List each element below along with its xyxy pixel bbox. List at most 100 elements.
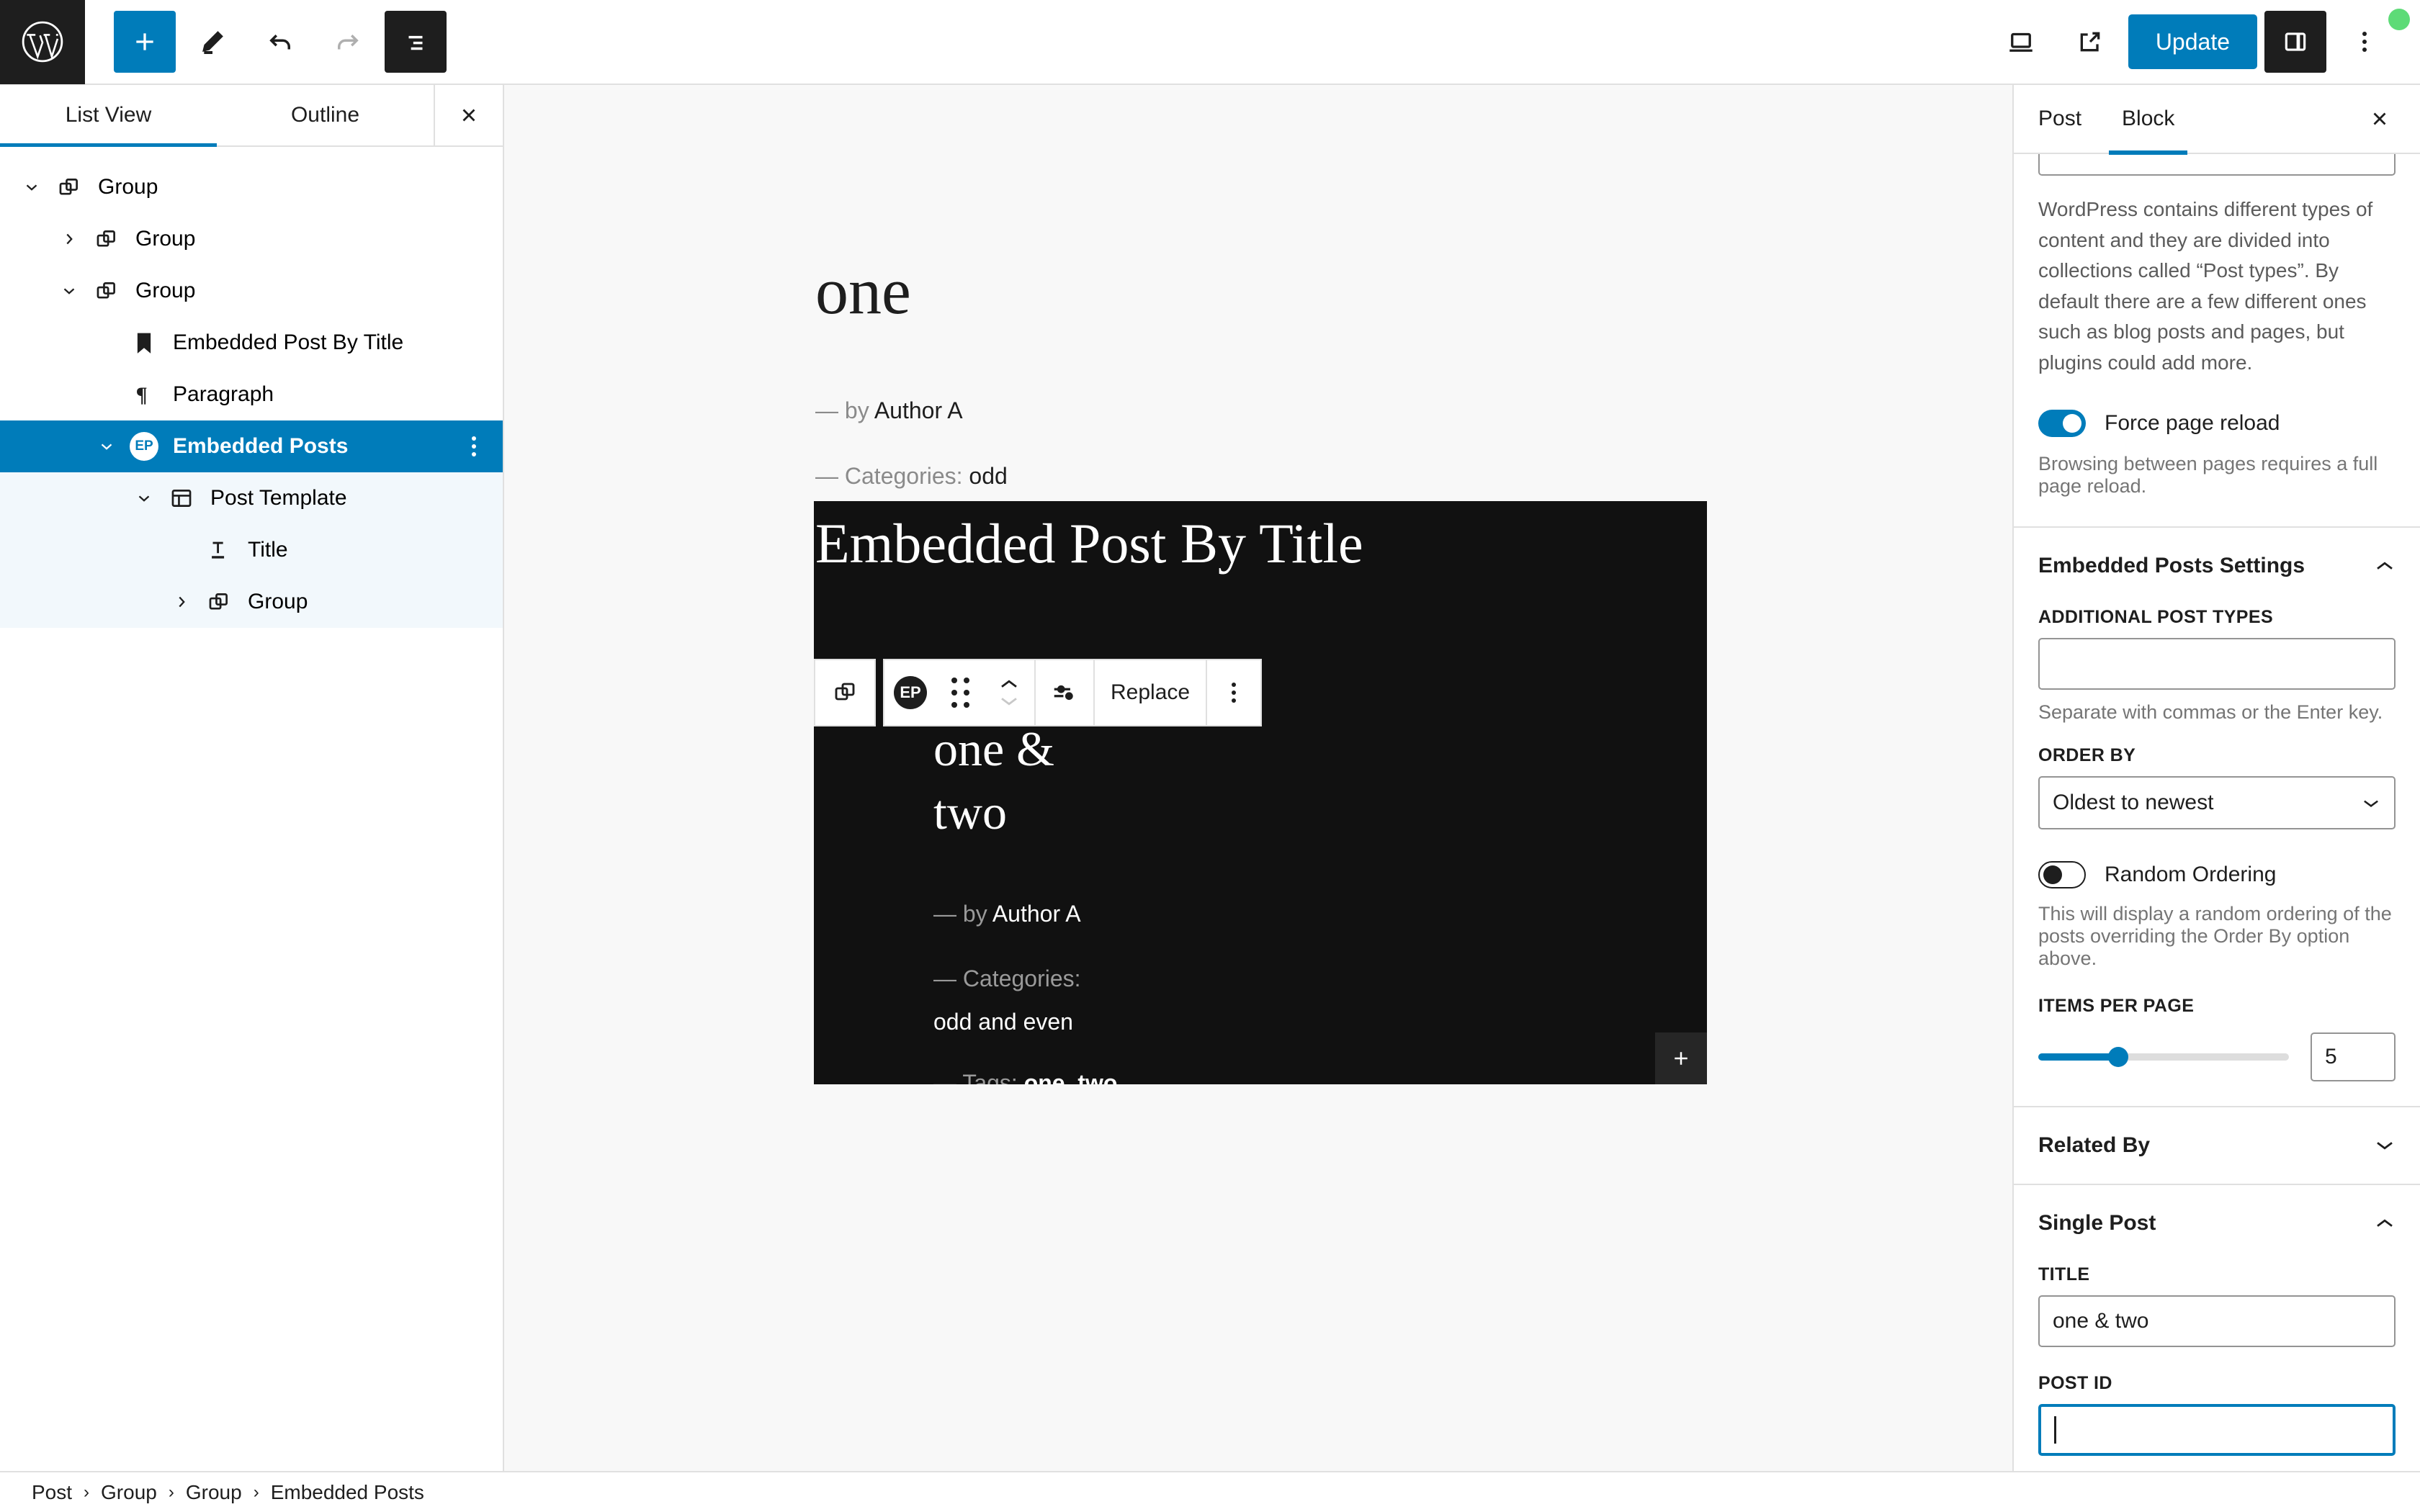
single-post-title: Single Post (2038, 1211, 2156, 1236)
chevron-down-icon[interactable] (2374, 1136, 2396, 1155)
tab-post[interactable]: Post (2014, 85, 2102, 153)
breadcrumb-item[interactable]: Group (186, 1481, 242, 1504)
block-tree-row[interactable]: Post Template (0, 472, 503, 524)
replace-button[interactable]: Replace (1095, 660, 1206, 725)
chevron-down-icon[interactable] (22, 178, 41, 197)
block-appender-plus-icon[interactable] (1655, 1032, 1707, 1084)
group-icon (50, 175, 88, 199)
slider-fill (2038, 1053, 2119, 1061)
top-bar-left-tools (85, 11, 447, 73)
block-tree-row[interactable]: Group (0, 161, 503, 213)
additional-post-types-label: ADDITIONAL POST TYPES (2038, 607, 2274, 628)
block-tree-row[interactable]: Group (0, 576, 503, 628)
related-by-header[interactable]: Related By (2014, 1107, 2420, 1184)
ep-badge-icon[interactable]: EP (884, 660, 936, 725)
block-tree-row[interactable]: EP Embedded Posts (0, 420, 503, 472)
block-tree-row[interactable]: Group (0, 265, 503, 317)
block-options-three-dots-icon[interactable] (1207, 660, 1260, 725)
breadcrumb-item[interactable]: Embedded Posts (271, 1481, 424, 1504)
items-per-page-input[interactable]: 5 (2311, 1032, 2396, 1082)
post-title[interactable]: one (815, 258, 911, 324)
chevron-down-icon[interactable] (60, 282, 79, 300)
post-author-meta: — by Author A (815, 397, 963, 424)
edit-tool-button[interactable] (182, 11, 243, 73)
force-page-reload-help: Browsing between pages requires a full p… (2038, 453, 2378, 498)
tab-block[interactable]: Block (2102, 85, 2195, 155)
meta-tags-value: one, two (1023, 1070, 1118, 1084)
chevron-up-icon[interactable] (2374, 1214, 2396, 1233)
random-ordering-toggle[interactable] (2038, 861, 2086, 889)
meta-tags-label: Tags: (962, 1070, 1018, 1084)
close-sidebar-button[interactable] (2358, 97, 2401, 140)
chevron-right-icon[interactable] (172, 593, 191, 611)
drag-handle-icon[interactable] (936, 660, 984, 725)
desktop-preview-icon[interactable] (1990, 11, 2052, 73)
embedded-post-title[interactable]: one & two (933, 717, 1121, 845)
items-per-page-slider[interactable] (2038, 1047, 2289, 1068)
slider-thumb[interactable] (2108, 1047, 2129, 1068)
meta-dash: — (933, 1070, 956, 1084)
meta-cats-value: odd (969, 463, 1008, 489)
order-by-label: ORDER BY (2038, 745, 2136, 766)
add-block-button[interactable] (114, 11, 176, 73)
select-parent-icon[interactable] (815, 660, 874, 725)
post-types-input-clipped[interactable] (2038, 154, 2396, 176)
block-tree-row-label: Group (135, 279, 196, 302)
group-icon (88, 227, 125, 251)
post-id-label: POST ID (2038, 1373, 2112, 1394)
document-overview-button[interactable] (385, 11, 447, 73)
single-post-header[interactable]: Single Post (2014, 1185, 2420, 1261)
embedded-post-by-title-heading: Embedded Post By Title (815, 512, 1363, 575)
post-template-icon (163, 486, 200, 510)
sidebar-toggle-icon[interactable] (2264, 11, 2326, 73)
sidebar-tabs: Post Block (2014, 85, 2420, 155)
single-post-title-input[interactable]: one & two (2038, 1295, 2396, 1348)
expand-toggle[interactable] (88, 437, 125, 456)
close-list-view-button[interactable] (434, 85, 503, 145)
block-tree-row-label: Embedded Posts (173, 434, 349, 458)
list-view-tabs: List View Outline (0, 85, 503, 147)
undo-button[interactable] (249, 11, 311, 73)
sidebar-scroll-area[interactable]: WordPress contains different types of co… (2014, 154, 2420, 1471)
expand-toggle[interactable] (50, 230, 88, 248)
expand-toggle[interactable] (13, 178, 50, 197)
embedded-posts-settings-header[interactable]: Embedded Posts Settings (2014, 528, 2420, 604)
tab-outline[interactable]: Outline (217, 85, 434, 145)
breadcrumb-separator: › (168, 1482, 174, 1502)
post-id-input[interactable] (2038, 1404, 2396, 1457)
order-by-select[interactable]: Oldest to newest (2038, 776, 2396, 830)
block-tree-row[interactable]: Title (0, 524, 503, 576)
items-per-page-row: 5 (2038, 1032, 2396, 1082)
sliders-icon[interactable] (1036, 660, 1093, 725)
update-button[interactable]: Update (2128, 14, 2257, 69)
wordpress-logo-icon[interactable] (0, 0, 85, 84)
single-post-body: TITLE one & two POST ID (2014, 1264, 2420, 1471)
chevron-right-icon[interactable] (60, 230, 79, 248)
additional-post-types-input[interactable] (2038, 638, 2396, 690)
expand-toggle[interactable] (125, 489, 163, 508)
breadcrumb-item[interactable]: Post (32, 1481, 72, 1504)
items-per-page-label: ITEMS PER PAGE (2038, 996, 2195, 1017)
block-tree-row[interactable]: Group (0, 213, 503, 265)
breadcrumb-item[interactable]: Group (101, 1481, 157, 1504)
block-tree-row[interactable]: Embedded Post By Title (0, 317, 503, 369)
chevron-down-icon[interactable] (97, 437, 116, 456)
editor-canvas: one — by Author A — Categories: odd — Ta… (504, 85, 2012, 1471)
chevron-down-icon[interactable] (135, 489, 153, 508)
tab-list-view[interactable]: List View (0, 85, 217, 147)
meta-by-label: by (962, 901, 987, 927)
random-ordering-help: This will display a random ordering of t… (2038, 903, 2392, 970)
redo-button[interactable] (317, 11, 379, 73)
embedded-posts-block[interactable]: Embedded Post By Title one & two — by Au… (814, 501, 1707, 1084)
three-dots-vertical-icon[interactable] (2334, 11, 2396, 73)
svg-text:¶: ¶ (136, 383, 148, 407)
external-link-icon[interactable] (2059, 11, 2121, 73)
block-options-three-dots-icon[interactable] (460, 436, 488, 456)
block-tree-row[interactable]: ¶ Paragraph (0, 369, 503, 420)
chevron-up-icon[interactable] (2374, 557, 2396, 575)
expand-toggle[interactable] (163, 593, 200, 611)
block-tree-row-label: Post Template (210, 486, 347, 510)
force-page-reload-toggle[interactable] (2038, 410, 2086, 438)
expand-toggle[interactable] (50, 282, 88, 300)
move-block-buttons[interactable] (984, 660, 1034, 725)
